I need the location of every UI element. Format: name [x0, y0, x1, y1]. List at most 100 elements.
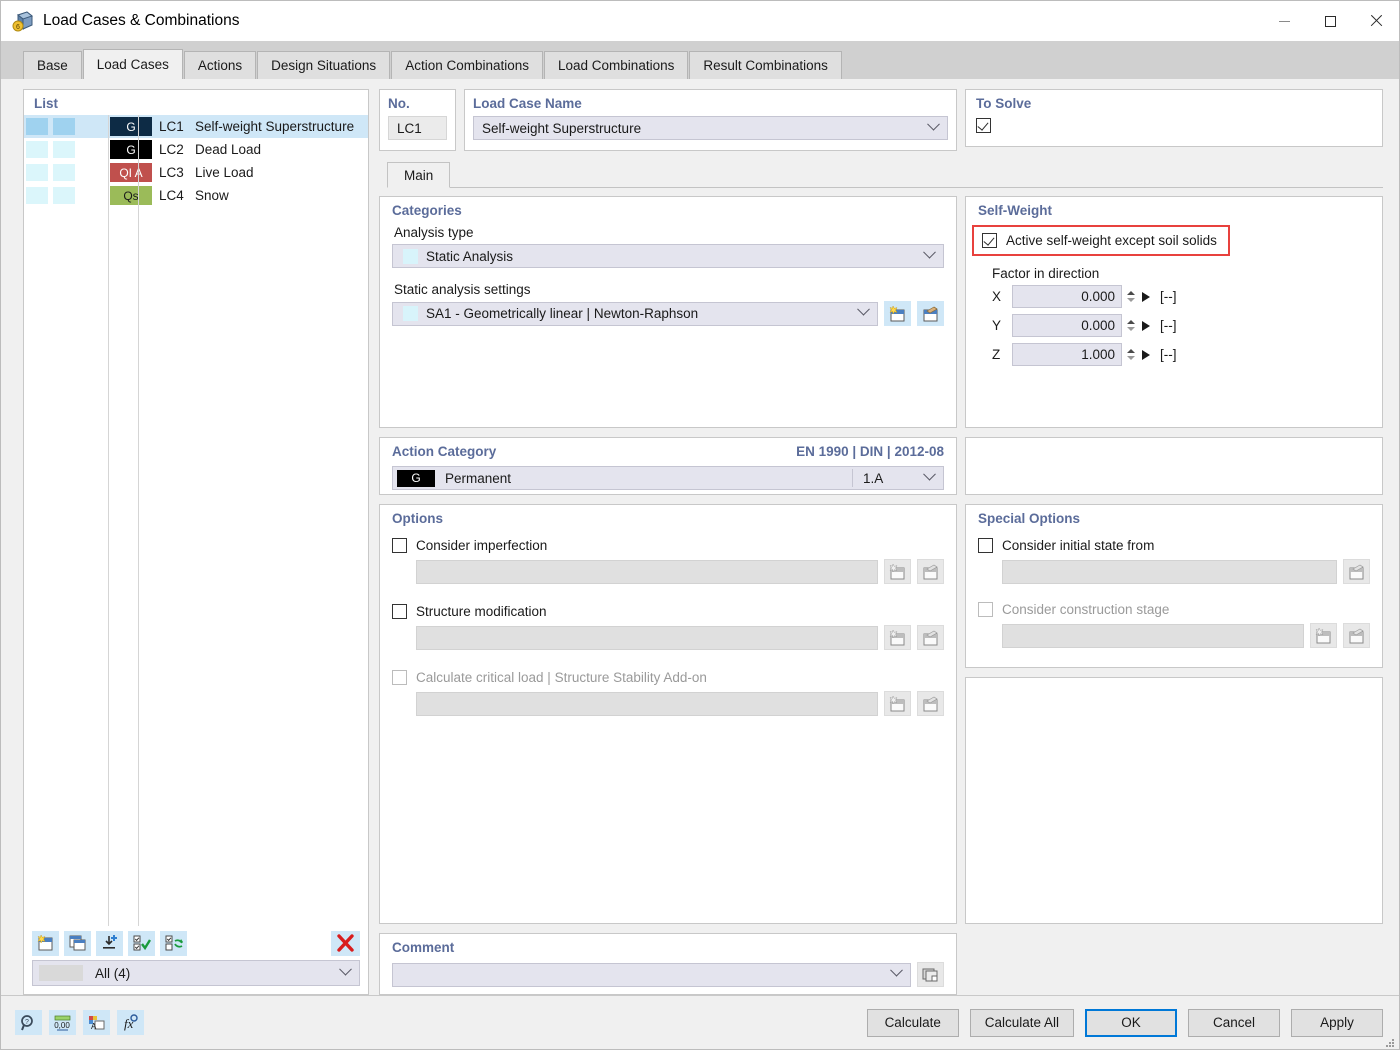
- new-load-case-button[interactable]: [32, 930, 59, 956]
- new-imperfection-icon[interactable]: [884, 559, 911, 584]
- active-self-weight-highlight[interactable]: Active self-weight except soil solids: [972, 225, 1230, 256]
- active-self-weight-checkbox[interactable]: [982, 233, 997, 248]
- new-structure-modification-icon[interactable]: [884, 625, 911, 650]
- window-controls: [1261, 1, 1399, 41]
- calculate-critical-load-label: Calculate critical load | Structure Stab…: [416, 670, 707, 685]
- factor-x-input[interactable]: 0.000: [1012, 285, 1122, 308]
- ok-button[interactable]: OK: [1085, 1008, 1177, 1037]
- analysis-type-label: Analysis type: [394, 225, 474, 240]
- new-settings-icon[interactable]: [884, 301, 911, 326]
- resize-grip[interactable]: [1385, 1036, 1395, 1047]
- factor-y-stepper[interactable]: [1124, 314, 1137, 337]
- comment-library-icon[interactable]: [917, 962, 944, 987]
- consider-initial-state-row[interactable]: Consider initial state from: [978, 538, 1370, 553]
- edit-structure-modification-icon[interactable]: [917, 625, 944, 650]
- consider-construction-stage-field-row: [978, 623, 1370, 648]
- comment-input[interactable]: [392, 962, 911, 987]
- import-load-case-button[interactable]: [96, 930, 123, 956]
- row-number: LC3: [159, 165, 184, 180]
- name-label: Load Case Name: [473, 96, 582, 111]
- tab-load-cases[interactable]: Load Cases: [82, 49, 183, 79]
- consider-initial-state-checkbox[interactable]: [978, 538, 993, 553]
- special-options-title: Special Options: [978, 511, 1081, 526]
- maximize-button[interactable]: [1307, 1, 1353, 41]
- tab-result-combinations[interactable]: Result Combinations: [689, 51, 842, 79]
- help-search-icon[interactable]: ?: [15, 1010, 42, 1035]
- category-badge: QI A: [110, 163, 152, 182]
- calculate-button[interactable]: Calculate: [866, 1008, 959, 1037]
- row-number: LC2: [159, 142, 184, 157]
- table-row[interactable]: G LC2 Dead Load: [24, 138, 368, 161]
- axis-label-z: Z: [992, 347, 1001, 362]
- consider-imperfection-checkbox[interactable]: [392, 538, 407, 553]
- structure-modification-row[interactable]: Structure modification: [392, 604, 944, 619]
- comment-title: Comment: [392, 940, 455, 955]
- svg-text:?: ?: [25, 1019, 29, 1026]
- analysis-type-select[interactable]: Static Analysis: [392, 244, 944, 268]
- svg-text:fx: fx: [124, 1016, 134, 1031]
- units-icon[interactable]: 0,00: [49, 1010, 76, 1035]
- load-case-no-panel: No. LC1: [379, 89, 456, 151]
- load-case-no-field[interactable]: LC1: [388, 116, 447, 140]
- category-badge: G: [110, 140, 152, 159]
- apply-button[interactable]: Apply: [1291, 1008, 1383, 1037]
- comment-row: [392, 962, 944, 987]
- table-row[interactable]: G LC1 Self-weight Superstructure: [24, 115, 368, 138]
- formula-icon[interactable]: fx: [117, 1010, 144, 1035]
- color-cell: [24, 138, 51, 161]
- tab-load-combinations[interactable]: Load Combinations: [544, 51, 689, 79]
- list-filter-select[interactable]: All (4): [32, 960, 360, 986]
- row-number: LC1: [159, 119, 184, 134]
- sub-tab-bar[interactable]: Main: [379, 161, 1383, 188]
- pane-body: Categories Analysis type Static Analysis…: [379, 188, 1383, 995]
- table-row[interactable]: Qs LC4 Snow: [24, 184, 368, 207]
- edit-settings-icon[interactable]: [917, 301, 944, 326]
- load-case-list[interactable]: G LC1 Self-weight Superstructure G LC2 D…: [24, 115, 368, 926]
- tab-action-combinations[interactable]: Action Combinations: [391, 51, 544, 79]
- edit-imperfection-icon[interactable]: [917, 559, 944, 584]
- delete-load-case-button[interactable]: [331, 930, 360, 956]
- table-row[interactable]: QI A LC3 Live Load: [24, 161, 368, 184]
- calculate-critical-load-row: Calculate critical load | Structure Stab…: [392, 670, 944, 685]
- title-bar: 6 Load Cases & Combinations: [1, 1, 1399, 41]
- consider-imperfection-row[interactable]: Consider imperfection: [392, 538, 944, 553]
- list-title: List: [34, 96, 59, 111]
- static-analysis-settings-select[interactable]: SA1 - Geometrically linear | Newton-Raph…: [392, 301, 878, 326]
- stepper-up-icon: [1126, 349, 1135, 353]
- factor-x-stepper[interactable]: [1124, 285, 1137, 308]
- invert-selection-button[interactable]: [160, 930, 187, 956]
- factor-y-input[interactable]: 0.000: [1012, 314, 1122, 337]
- structure-modification-label: Structure modification: [416, 604, 547, 619]
- to-solve-checkbox[interactable]: [976, 118, 991, 133]
- structure-modification-checkbox[interactable]: [392, 604, 407, 619]
- structure-modification-field[interactable]: [416, 625, 878, 650]
- cancel-button[interactable]: Cancel: [1188, 1008, 1280, 1037]
- close-button[interactable]: [1353, 1, 1399, 41]
- stepper-up-icon: [1126, 291, 1135, 295]
- consider-construction-stage-checkbox: [978, 602, 993, 617]
- factor-z-stepper[interactable]: [1124, 343, 1137, 366]
- right-spacer-panel-top: [965, 437, 1383, 495]
- edit-initial-state-icon[interactable]: [1343, 559, 1370, 584]
- tab-design-situations[interactable]: Design Situations: [257, 51, 391, 79]
- factor-z-expand-icon[interactable]: [1142, 349, 1150, 360]
- factor-x-expand-icon[interactable]: [1142, 291, 1150, 302]
- main-tab-bar[interactable]: Base Load Cases Actions Design Situation…: [1, 41, 1399, 79]
- consider-initial-state-field[interactable]: [1002, 559, 1337, 584]
- tab-main[interactable]: Main: [387, 162, 451, 188]
- minimize-button[interactable]: [1261, 1, 1307, 41]
- calculate-all-button[interactable]: Calculate All: [969, 1008, 1074, 1037]
- copy-load-case-button[interactable]: [64, 930, 91, 956]
- factor-z-input[interactable]: 1.000: [1012, 343, 1122, 366]
- load-case-name-input[interactable]: Self-weight Superstructure: [473, 116, 948, 140]
- factor-y-expand-icon[interactable]: [1142, 320, 1150, 331]
- consider-imperfection-field[interactable]: [416, 559, 878, 584]
- dialog-content: List G LC1 Self-weight Superstructure G …: [1, 79, 1399, 995]
- tab-actions[interactable]: Actions: [183, 51, 257, 79]
- action-category-select[interactable]: G Permanent 1.A: [392, 466, 944, 490]
- factor-row-x: X 0.000 [--]: [992, 285, 1370, 308]
- select-all-button[interactable]: [128, 930, 155, 956]
- calculate-critical-load-field-row: [392, 691, 944, 716]
- tab-base[interactable]: Base: [23, 51, 82, 79]
- display-properties-icon[interactable]: A: [83, 1010, 110, 1035]
